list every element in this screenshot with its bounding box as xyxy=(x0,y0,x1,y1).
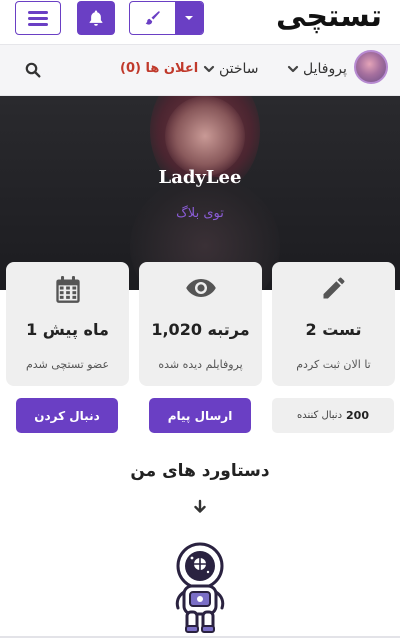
nav-notifications[interactable]: اعلان ها (0) xyxy=(120,61,198,76)
avatar[interactable] xyxy=(354,50,388,84)
hamburger-icon-line xyxy=(28,23,48,26)
hamburger-icon xyxy=(28,11,48,14)
top-bar: تستچی xyxy=(0,0,400,44)
stat-icon-wrap xyxy=(139,274,262,302)
nav-notifications-label: اعلان ها (0) xyxy=(120,61,199,76)
theme-button[interactable] xyxy=(130,2,175,34)
stat-label: پروفایلم دیده شده xyxy=(158,358,243,371)
followers-count[interactable]: دنبال کننده 200 xyxy=(272,398,394,433)
send-message-button[interactable]: ارسال پیام xyxy=(149,398,251,433)
profile-username: LadyLee xyxy=(158,167,242,188)
stat-label: تا الان ثبت کردم xyxy=(296,358,371,371)
theme-dropdown[interactable] xyxy=(129,1,204,35)
pencil-icon xyxy=(323,277,344,299)
menu-button[interactable] xyxy=(15,1,61,35)
notifications-button[interactable] xyxy=(77,1,115,35)
followers-label: دنبال کننده xyxy=(297,410,343,421)
theme-caret-button[interactable] xyxy=(175,2,203,34)
search-icon xyxy=(25,62,41,78)
site-logo[interactable]: تستچی xyxy=(276,0,383,34)
bell-icon xyxy=(89,10,103,26)
caret-down-icon xyxy=(185,16,193,20)
eye-icon xyxy=(185,279,216,297)
achievements-title: دستاورد های من xyxy=(130,461,270,481)
stat-value: 1,020 مرتبه xyxy=(151,320,250,339)
stat-value: 1 ماه پیش xyxy=(26,320,109,339)
follow-button[interactable]: دنبال کردن xyxy=(16,398,118,433)
profile-subtitle[interactable]: توی بلاگ xyxy=(0,206,400,221)
nav-build[interactable]: ساختن xyxy=(203,61,259,77)
calendar-icon xyxy=(55,276,80,303)
chevron-down-icon xyxy=(287,65,299,73)
chevron-down-icon xyxy=(203,65,215,73)
stat-icon-wrap xyxy=(272,274,395,302)
stat-card-tests: 2 تست تا الان ثبت کردم xyxy=(272,262,395,386)
stat-card-views: 1,020 مرتبه پروفایلم دیده شده xyxy=(139,262,262,386)
brush-icon xyxy=(145,11,160,25)
nav-build-label: ساختن xyxy=(219,61,259,77)
followers-number: 200 xyxy=(346,409,369,422)
nav-profile-label: پروفایل xyxy=(303,61,347,77)
astronaut-illustration xyxy=(168,540,232,638)
cover-photo-shape xyxy=(165,96,245,176)
stat-value: 2 تست xyxy=(305,320,362,339)
arrow-down-icon xyxy=(192,499,208,519)
hamburger-icon-line xyxy=(28,17,48,20)
stat-label: عضو تستچی شدم xyxy=(25,358,110,371)
stat-icon-wrap xyxy=(6,274,129,306)
nav-profile[interactable]: پروفایل xyxy=(287,61,347,77)
profile-cover: LadyLee توی بلاگ xyxy=(0,96,400,290)
stat-card-joined: 1 ماه پیش عضو تستچی شدم xyxy=(6,262,129,386)
search-button[interactable] xyxy=(25,62,41,82)
